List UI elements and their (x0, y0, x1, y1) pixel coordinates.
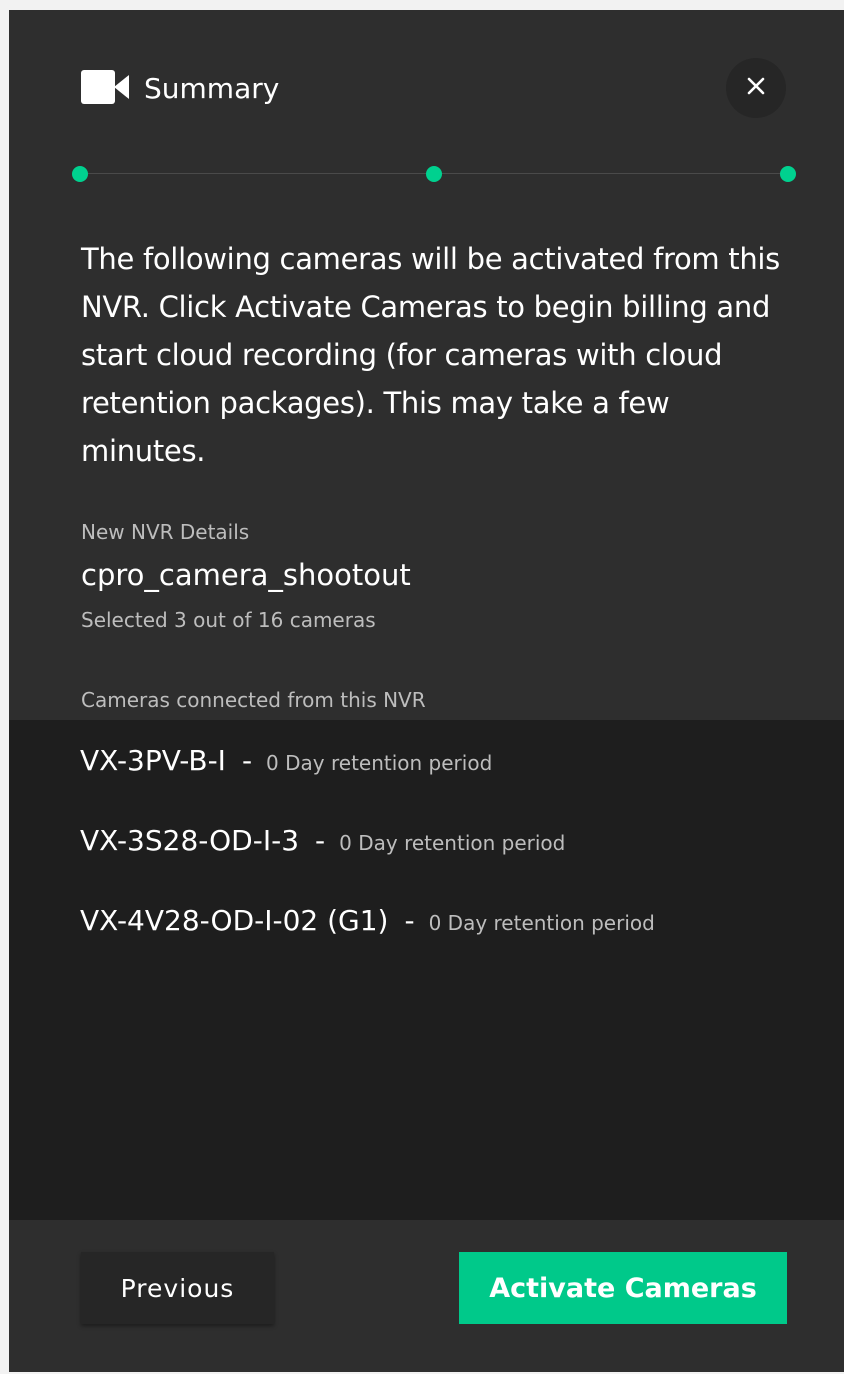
close-button[interactable] (726, 58, 786, 118)
progress-stepper (72, 165, 796, 183)
step-dot-2 (426, 166, 442, 182)
camera-name: VX-3S28-OD-I-3 (80, 824, 300, 857)
dialog-title: Summary (144, 72, 280, 105)
nvr-name: cpro_camera_shootout (81, 558, 411, 592)
camera-name: VX-4V28-OD-I-02 (G1) (80, 904, 389, 937)
nvr-details-label: New NVR Details (81, 520, 250, 544)
previous-button[interactable]: Previous (81, 1252, 274, 1324)
list-item: VX-3S28-OD-I-3 - 0 Day retention period (80, 824, 565, 857)
retention-period: 0 Day retention period (266, 751, 493, 775)
list-item: VX-3PV-B-I - 0 Day retention period (80, 744, 492, 777)
close-icon (747, 77, 765, 99)
camera-name: VX-3PV-B-I (80, 744, 226, 777)
step-dot-1 (72, 166, 88, 182)
summary-dialog: Summary The following cameras will be ac… (9, 10, 844, 1372)
activate-cameras-button[interactable]: Activate Cameras (459, 1252, 787, 1324)
retention-period: 0 Day retention period (428, 911, 655, 935)
separator: - (404, 904, 415, 937)
intro-text: The following cameras will be activated … (81, 242, 780, 468)
separator: - (241, 744, 253, 777)
dialog-header: Summary (81, 58, 788, 118)
dialog-footer: Previous Activate Cameras (9, 1220, 844, 1372)
retention-period: 0 Day retention period (339, 831, 566, 855)
camera-list[interactable]: VX-3PV-B-I - 0 Day retention period VX-3… (9, 720, 844, 1220)
list-item: VX-4V28-OD-I-02 (G1) - 0 Day retention p… (80, 904, 655, 937)
separator: - (315, 824, 326, 857)
video-camera-icon (81, 70, 129, 104)
cameras-section-label: Cameras connected from this NVR (81, 688, 426, 712)
selection-count: Selected 3 out of 16 cameras (81, 608, 376, 632)
step-dot-3 (780, 166, 796, 182)
